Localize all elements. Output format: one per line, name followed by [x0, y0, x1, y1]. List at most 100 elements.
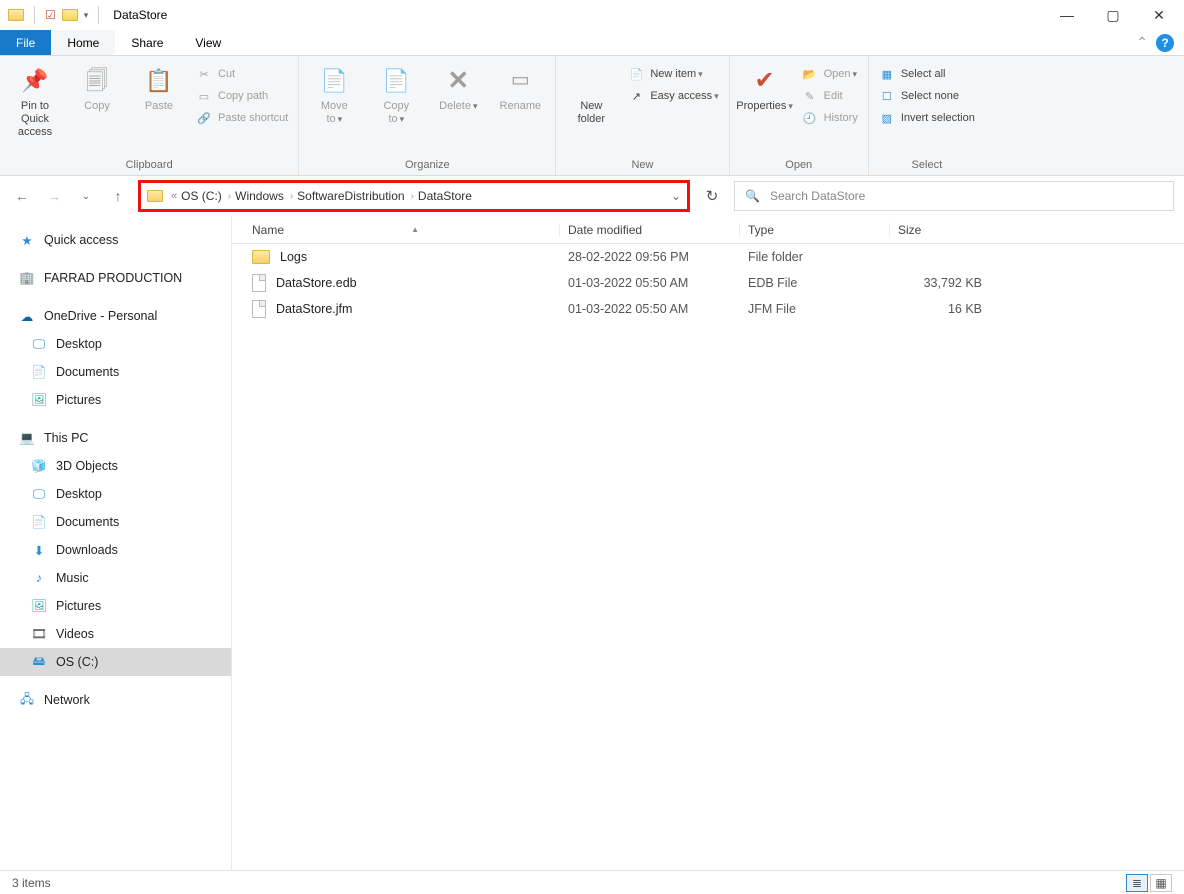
- file-type: JFM File: [740, 302, 890, 316]
- sidebar-pc-pictures[interactable]: 🖼Pictures: [0, 592, 231, 620]
- column-size[interactable]: Size: [890, 223, 1000, 237]
- picture-icon: 🖼: [30, 392, 48, 408]
- sidebar-od-pictures[interactable]: 🖼Pictures: [0, 386, 231, 414]
- qat-checkbox-icon[interactable]: ☑: [45, 8, 56, 22]
- paste-shortcut-icon: 🔗: [196, 110, 212, 126]
- cloud-icon: ☁: [18, 308, 36, 324]
- file-row[interactable]: DataStore.edb 01-03-2022 05:50 AM EDB Fi…: [232, 270, 1184, 296]
- ribbon-group-open: ✔Properties 📂Open ✎Edit 🕘History Open: [730, 56, 869, 175]
- chevron-right-icon[interactable]: ›: [228, 191, 231, 202]
- breadcrumb-item[interactable]: SoftwareDistribution: [297, 189, 404, 203]
- paste-icon: 📋: [145, 74, 172, 87]
- breadcrumb-overflow-icon[interactable]: «: [171, 190, 177, 202]
- document-icon: 📄: [30, 364, 48, 380]
- tab-share[interactable]: Share: [115, 30, 179, 55]
- status-bar: 3 items ≣ ▦: [0, 870, 1184, 894]
- download-icon: ⬇: [30, 542, 48, 558]
- sidebar-pc-downloads[interactable]: ⬇Downloads: [0, 536, 231, 564]
- copy-button[interactable]: 🗐 Copy: [68, 60, 126, 113]
- column-name[interactable]: Name▲: [232, 223, 560, 237]
- new-folder-button[interactable]: New folder: [562, 60, 620, 126]
- pin-to-quick-access-button[interactable]: 📌 Pin to Quick access: [6, 60, 64, 139]
- sidebar-od-documents[interactable]: 📄Documents: [0, 358, 231, 386]
- easy-access-button[interactable]: ↗Easy access: [624, 86, 722, 106]
- sidebar-pc-documents[interactable]: 📄Documents: [0, 508, 231, 536]
- chevron-right-icon[interactable]: ›: [411, 191, 414, 202]
- nav-up-button[interactable]: ↑: [106, 184, 130, 208]
- cut-button[interactable]: ✂Cut: [192, 64, 292, 84]
- new-item-icon: 📄: [628, 66, 644, 82]
- sidebar-pc-desktop[interactable]: 🖵Desktop: [0, 480, 231, 508]
- ribbon-group-organize: 📄Move to 📄Copy to ✕Delete ▭Rename Organi…: [299, 56, 556, 175]
- file-list-pane: Name▲ Date modified Type Size Logs 28-02…: [232, 216, 1184, 870]
- rename-button[interactable]: ▭Rename: [491, 60, 549, 113]
- sidebar-pc-music[interactable]: ♪Music: [0, 564, 231, 592]
- refresh-button[interactable]: ↻: [698, 182, 726, 210]
- tab-view[interactable]: View: [179, 30, 237, 55]
- sidebar-farrad[interactable]: 🏢FARRAD PRODUCTION: [0, 264, 231, 292]
- column-type[interactable]: Type: [740, 223, 890, 237]
- address-dropdown-icon[interactable]: ⌄: [671, 189, 681, 203]
- folder-icon: [252, 250, 270, 264]
- minimize-button[interactable]: —: [1044, 0, 1090, 30]
- ribbon-group-new: New folder 📄New item ↗Easy access New: [556, 56, 729, 175]
- sidebar-this-pc[interactable]: 💻This PC: [0, 424, 231, 452]
- sidebar-pc-videos[interactable]: 🎞Videos: [0, 620, 231, 648]
- ribbon-collapse-icon[interactable]: ⌃: [1136, 34, 1148, 51]
- chevron-right-icon[interactable]: ›: [290, 191, 293, 202]
- paste-shortcut-button[interactable]: 🔗Paste shortcut: [192, 108, 292, 128]
- copy-to-button[interactable]: 📄Copy to: [367, 60, 425, 126]
- file-row[interactable]: Logs 28-02-2022 09:56 PM File folder: [232, 244, 1184, 270]
- view-thumbnails-button[interactable]: ▦: [1150, 874, 1172, 892]
- open-button[interactable]: 📂Open: [798, 64, 862, 84]
- open-icon: 📂: [802, 66, 818, 82]
- nav-back-button[interactable]: ←: [10, 184, 34, 208]
- column-date[interactable]: Date modified: [560, 223, 740, 237]
- tab-home[interactable]: Home: [51, 30, 115, 55]
- app-folder-icon: [8, 9, 24, 21]
- qat-folder-icon[interactable]: [62, 9, 78, 21]
- file-icon: [252, 274, 266, 292]
- breadcrumb-item[interactable]: OS (C:): [181, 189, 222, 203]
- tab-file[interactable]: File: [0, 30, 51, 55]
- properties-icon: ✔: [755, 74, 775, 87]
- sidebar-od-desktop[interactable]: 🖵Desktop: [0, 330, 231, 358]
- nav-recent-dropdown[interactable]: ⌄: [74, 184, 98, 208]
- breadcrumb-item[interactable]: Windows: [235, 189, 284, 203]
- pc-icon: 💻: [18, 430, 36, 446]
- file-row[interactable]: DataStore.jfm 01-03-2022 05:50 AM JFM Fi…: [232, 296, 1184, 322]
- breadcrumb-item[interactable]: DataStore: [418, 189, 472, 203]
- new-item-button[interactable]: 📄New item: [624, 64, 722, 84]
- status-item-count: 3 items: [12, 876, 51, 890]
- network-icon: 🖧: [18, 692, 36, 708]
- sidebar-quick-access[interactable]: ★Quick access: [0, 226, 231, 254]
- view-details-button[interactable]: ≣: [1126, 874, 1148, 892]
- sidebar-network[interactable]: 🖧Network: [0, 686, 231, 714]
- delete-button[interactable]: ✕Delete: [429, 60, 487, 113]
- sidebar-pc-os-c[interactable]: 🖴OS (C:): [0, 648, 231, 676]
- history-button[interactable]: 🕘History: [798, 108, 862, 128]
- address-bar[interactable]: « OS (C:) › Windows › SoftwareDistribution…: [138, 180, 690, 212]
- sidebar-3d-objects[interactable]: 🧊3D Objects: [0, 452, 231, 480]
- maximize-button[interactable]: ▢: [1090, 0, 1136, 30]
- close-button[interactable]: ✕: [1136, 0, 1182, 30]
- ribbon: 📌 Pin to Quick access 🗐 Copy 📋 Paste ✂Cu…: [0, 56, 1184, 176]
- paste-button[interactable]: 📋 Paste: [130, 60, 188, 113]
- select-none-button[interactable]: ☐Select none: [875, 86, 979, 106]
- easy-access-icon: ↗: [628, 88, 644, 104]
- picture-icon: 🖼: [30, 598, 48, 614]
- search-box[interactable]: 🔍 Search DataStore: [734, 181, 1174, 211]
- help-icon[interactable]: ?: [1156, 34, 1174, 52]
- edit-button[interactable]: ✎Edit: [798, 86, 862, 106]
- copy-path-button[interactable]: ▭Copy path: [192, 86, 292, 106]
- qat-dropdown-icon[interactable]: ▾: [84, 10, 89, 21]
- file-date: 01-03-2022 05:50 AM: [560, 302, 740, 316]
- invert-selection-button[interactable]: ▨Invert selection: [875, 108, 979, 128]
- sidebar-onedrive[interactable]: ☁OneDrive - Personal: [0, 302, 231, 330]
- nav-forward-button[interactable]: →: [42, 184, 66, 208]
- navbar: ← → ⌄ ↑ « OS (C:) › Windows › SoftwareDist…: [0, 176, 1184, 216]
- move-to-button[interactable]: 📄Move to: [305, 60, 363, 126]
- select-all-button[interactable]: ▦Select all: [875, 64, 979, 84]
- invert-selection-icon: ▨: [879, 110, 895, 126]
- properties-button[interactable]: ✔Properties: [736, 60, 794, 113]
